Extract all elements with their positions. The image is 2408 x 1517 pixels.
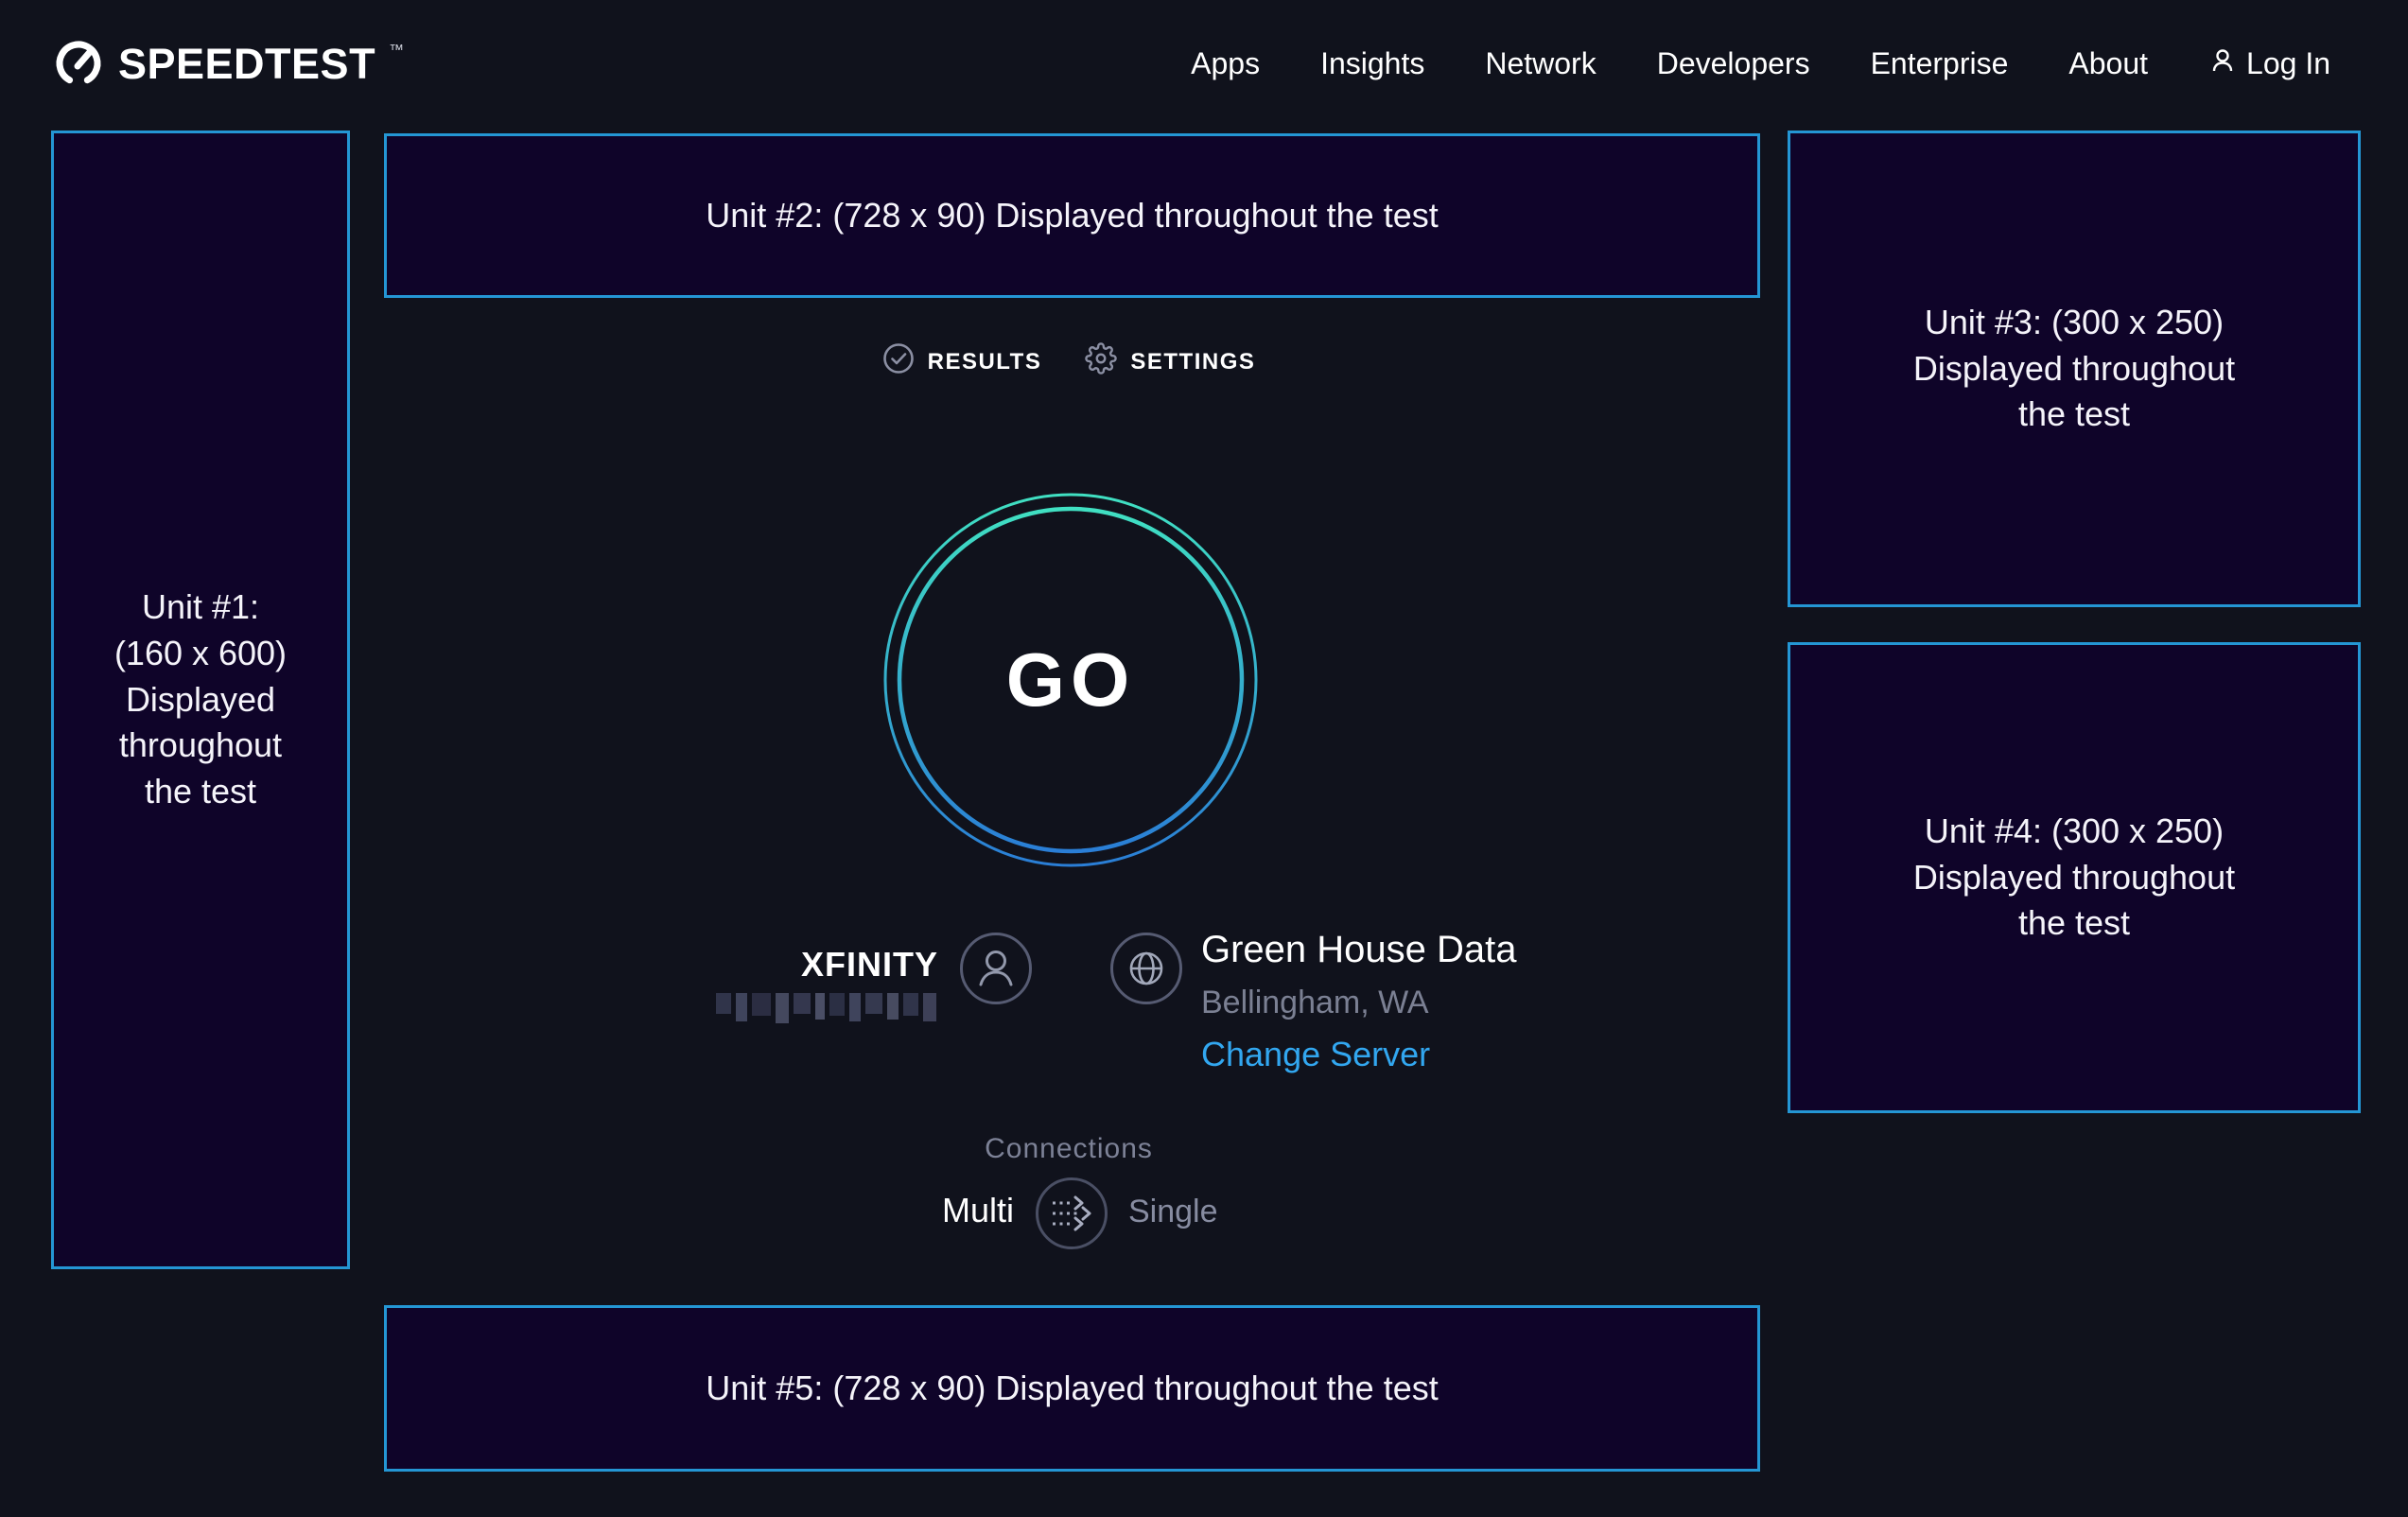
nav-about[interactable]: About	[2068, 46, 2148, 81]
connections-label: Connections	[350, 1133, 1788, 1165]
ad-unit-4[interactable]: Unit #4: (300 x 250) Displayed throughou…	[1788, 642, 2361, 1113]
login-label: Log In	[2246, 46, 2330, 81]
tab-results[interactable]: RESULTS	[882, 342, 1042, 381]
change-server-link[interactable]: Change Server	[1201, 1035, 1430, 1074]
logo-trademark: ™	[389, 43, 404, 60]
ad-unit-5[interactable]: Unit #5: (728 x 90) Displayed throughout…	[384, 1305, 1760, 1472]
ad-unit-2-label: Unit #2: (728 x 90) Displayed throughout…	[706, 193, 1438, 239]
server-location: Bellingham, WA	[1201, 985, 1429, 1021]
nav-network[interactable]: Network	[1485, 46, 1596, 81]
nav-developers[interactable]: Developers	[1657, 46, 1810, 81]
connections-toggle[interactable]	[1034, 1176, 1109, 1251]
ad-unit-4-label: Unit #4: (300 x 250) Displayed throughou…	[1913, 809, 2235, 948]
connections-single-option[interactable]: Single	[1128, 1194, 1218, 1230]
tab-settings[interactable]: SETTINGS	[1085, 342, 1255, 381]
speedtest-logo[interactable]: SPEEDTEST ™	[52, 35, 404, 93]
ad-unit-5-label: Unit #5: (728 x 90) Displayed throughout…	[706, 1366, 1438, 1412]
ad-unit-1[interactable]: Unit #1: (160 x 600) Displayed throughou…	[51, 131, 350, 1269]
check-circle-icon	[882, 342, 915, 381]
nav-enterprise[interactable]: Enterprise	[1871, 46, 2009, 81]
header: SPEEDTEST ™ Apps Insights Network Develo…	[0, 0, 2408, 128]
ad-unit-3[interactable]: Unit #3: (300 x 250) Displayed throughou…	[1788, 131, 2361, 607]
gear-icon	[1085, 342, 1117, 381]
person-icon	[2208, 46, 2237, 82]
speedometer-icon	[52, 35, 105, 93]
multi-arrows-icon	[1034, 1176, 1109, 1251]
masked-ip	[716, 993, 936, 1023]
go-label: GO	[872, 481, 1269, 879]
nav-insights[interactable]: Insights	[1320, 46, 1424, 81]
logo-text: SPEEDTEST	[118, 43, 375, 85]
main-nav: Apps Insights Network Developers Enterpr…	[1191, 46, 2330, 82]
tab-results-label: RESULTS	[928, 349, 1042, 375]
go-button[interactable]: GO	[872, 481, 1269, 879]
ad-unit-1-label: Unit #1: (160 x 600) Displayed throughou…	[114, 584, 287, 816]
connections-multi-option[interactable]: Multi	[942, 1191, 1014, 1230]
nav-apps[interactable]: Apps	[1191, 46, 1260, 81]
globe-icon	[1108, 931, 1184, 1011]
tab-settings-label: SETTINGS	[1130, 349, 1255, 375]
view-tabs: RESULTS SETTINGS	[350, 342, 1788, 381]
isp-name: XFINITY	[801, 945, 938, 985]
ad-unit-3-label: Unit #3: (300 x 250) Displayed throughou…	[1913, 300, 2235, 439]
ad-unit-2[interactable]: Unit #2: (728 x 90) Displayed throughout…	[384, 133, 1760, 298]
server-name: Green House Data	[1201, 929, 1517, 971]
user-icon	[958, 931, 1034, 1011]
login-button[interactable]: Log In	[2208, 46, 2330, 82]
